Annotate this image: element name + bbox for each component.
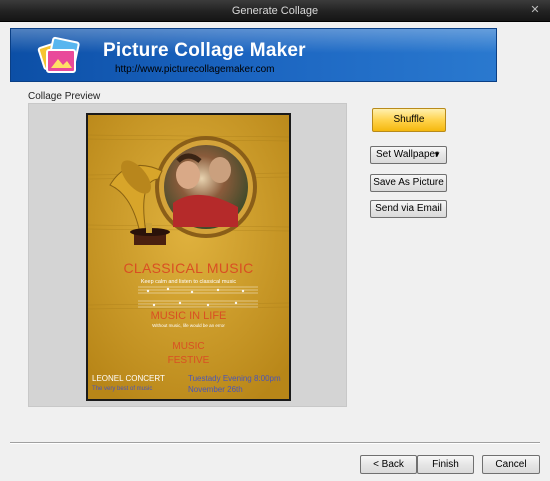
poster-music-in-life: MUSIC IN LIFE	[150, 310, 227, 322]
poster-tagline: Without music, life would be an error	[152, 323, 225, 328]
app-url: http://www.picturecollagemaker.com	[115, 64, 275, 75]
poster-when: Tuestady Evening 8:00pm	[188, 374, 281, 383]
save-as-picture-button[interactable]: Save As Picture	[370, 174, 447, 192]
app-title: Picture Collage Maker	[103, 40, 306, 61]
shuffle-button[interactable]: Shuffle	[372, 108, 446, 132]
header-banner: Picture Collage Maker http://www.picture…	[10, 28, 497, 82]
poster-best: The very best of music	[92, 386, 153, 392]
window-title: Generate Collage	[231, 5, 319, 17]
set-wallpaper-dropdown[interactable]: Set Wallpaper ▼	[370, 146, 447, 164]
poster-title: CLASSICAL MUSIC	[123, 260, 254, 276]
close-icon[interactable]: ✕	[526, 3, 544, 18]
photo-stack-icon	[37, 36, 80, 73]
cancel-button[interactable]: Cancel	[482, 455, 540, 474]
set-wallpaper-label: Set Wallpaper	[376, 149, 439, 160]
back-button[interactable]: < Back	[360, 455, 417, 474]
poster-subtitle: Keep calm and listen to classical music	[140, 279, 237, 285]
title-bar: Generate Collage ✕	[0, 0, 550, 22]
collage-preview-label: Collage Preview	[28, 91, 101, 102]
poster-concert: LEONEL CONCERT	[92, 374, 165, 383]
finish-button[interactable]: Finish	[417, 455, 474, 474]
poster-festive-line1: MUSIC	[172, 341, 205, 352]
poster-festive-line2: FESTIVE	[167, 355, 210, 366]
poster-date: November 26th	[188, 385, 243, 394]
collage-poster: CLASSICAL MUSIC Keep calm and listen to …	[86, 113, 291, 401]
dropdown-arrow-icon: ▼	[433, 150, 441, 159]
footer-divider	[10, 442, 540, 444]
collage-preview-panel: CLASSICAL MUSIC Keep calm and listen to …	[28, 103, 347, 407]
send-via-email-button[interactable]: Send via Email	[370, 200, 447, 218]
